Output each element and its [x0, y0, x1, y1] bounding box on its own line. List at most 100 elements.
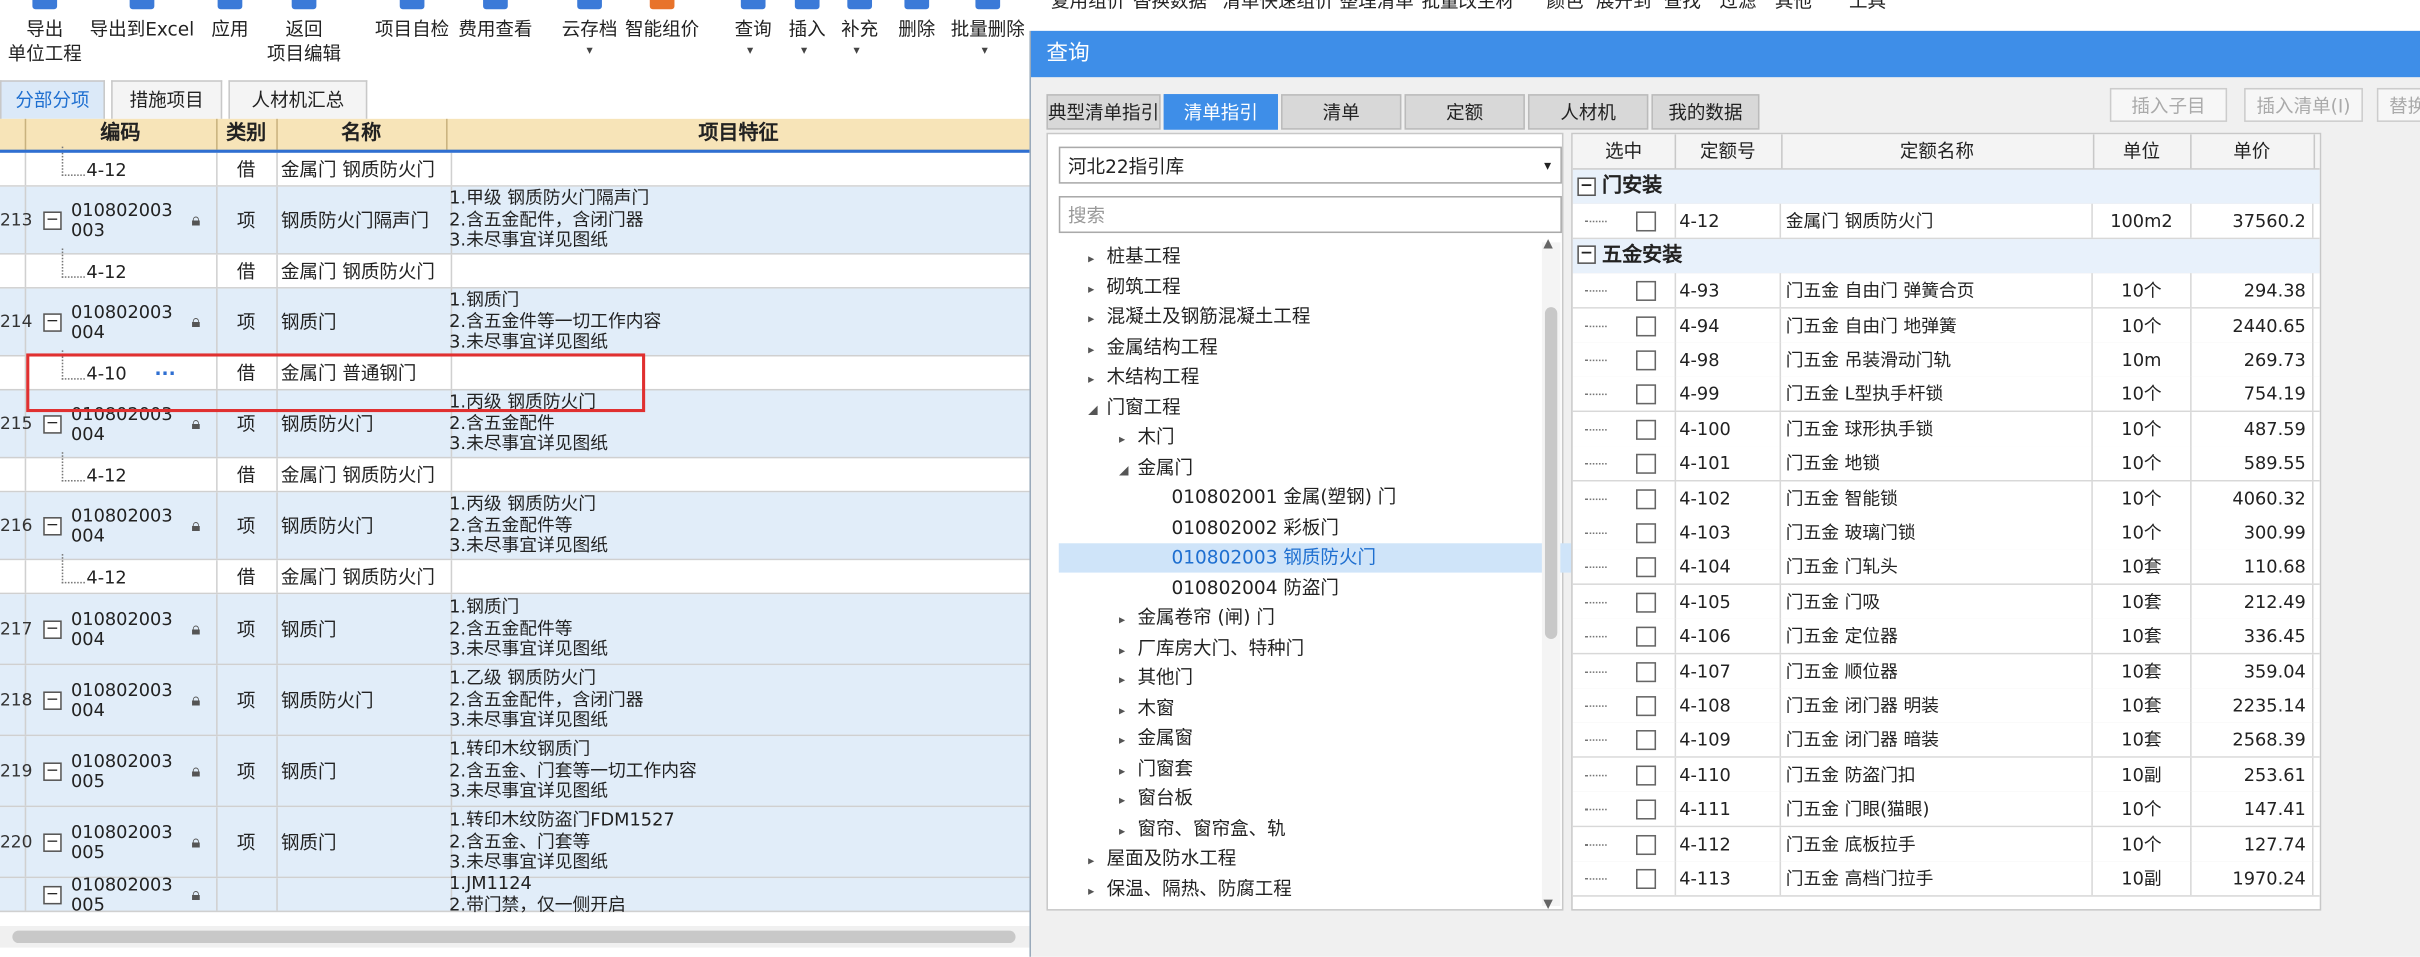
insert-button[interactable]: 插入 ▾: [786, 0, 829, 57]
tree-node[interactable]: ▸ 金属结构工程: [1088, 333, 1218, 362]
chevron-right-icon[interactable]: ▸: [1119, 665, 1138, 694]
tree-node[interactable]: ▸ 其他门: [1119, 664, 1193, 693]
other-button[interactable]: 其他: [1772, 0, 1815, 14]
table-row[interactable]: 4-12 借金属门 钢质防火门: [0, 145, 1036, 187]
tidy-list-button[interactable]: 整理清单: [1338, 0, 1415, 14]
table-row[interactable]: 4-113 门五金 高档门拉手 10副 1970.24: [1572, 861, 2320, 897]
col-quota-code[interactable]: 定额号: [1675, 134, 1783, 169]
table-row[interactable]: 4-98 门五金 吊装滑动门轨 10m 269.73: [1572, 342, 2320, 379]
batch-delete-button[interactable]: 批量删除 ▾: [948, 0, 1028, 57]
chevron-right-icon[interactable]: ▸: [1088, 334, 1107, 363]
chevron-right-icon[interactable]: ▸: [1119, 816, 1138, 845]
table-row[interactable]: 4-12 借金属门 钢质防火门: [0, 553, 1036, 595]
col-select[interactable]: 选中: [1573, 134, 1677, 169]
collapse-icon[interactable]: −: [43, 210, 62, 230]
chevron-right-icon[interactable]: ▸: [1088, 304, 1107, 333]
tab-typical-guide[interactable]: 典型清单指引: [1046, 94, 1161, 130]
table-row[interactable]: 4-12 借金属门 钢质防火门: [0, 247, 1036, 289]
filter-button[interactable]: 过滤: [1716, 0, 1759, 14]
tree-node[interactable]: ◢ 金属门: [1119, 453, 1193, 482]
library-select[interactable]: 河北22指引库 ▾: [1058, 146, 1562, 184]
collapse-icon[interactable]: −: [43, 690, 62, 710]
table-row[interactable]: 4-102 门五金 智能锁 10个 4060.32: [1572, 480, 2320, 517]
tree-scrollbar[interactable]: ▲ ▼: [1541, 236, 1561, 911]
col-feature[interactable]: 项目特征: [446, 118, 1033, 150]
select-checkbox[interactable]: [1636, 765, 1657, 786]
chevron-down-icon[interactable]: ◢: [1088, 394, 1107, 423]
scroll-up-icon[interactable]: ▲: [1543, 236, 1553, 250]
select-checkbox[interactable]: [1636, 557, 1657, 578]
tree-node[interactable]: ▸ 砌筑工程: [1088, 272, 1181, 301]
expand-button[interactable]: 展开到: [1593, 0, 1655, 14]
select-checkbox[interactable]: [1636, 281, 1657, 302]
table-row[interactable]: 213−010802003003 🔒︎ 项钢质防火门隔声门 1.甲级 钢质防火门隔声门…: [0, 186, 1036, 255]
tab-materials-summary[interactable]: 人材机汇总: [228, 80, 368, 119]
tree-node[interactable]: ▸ 木门: [1119, 423, 1175, 452]
select-checkbox[interactable]: [1636, 350, 1657, 371]
select-checkbox[interactable]: [1636, 868, 1657, 889]
chevron-right-icon[interactable]: ▸: [1119, 755, 1138, 784]
chevron-right-icon[interactable]: ▸: [1119, 635, 1138, 664]
table-row[interactable]: 4-112 门五金 底板拉手 10个 127.74: [1572, 826, 2320, 863]
tree-node[interactable]: 010802002 彩板门: [1171, 513, 1339, 542]
supplement-button[interactable]: 补充 ▾: [838, 0, 881, 57]
fee-view-button[interactable]: 费用查看: [457, 0, 534, 42]
tree-node[interactable]: ◢ 门窗工程: [1088, 393, 1181, 422]
tree-node[interactable]: ▸ 屋面及防水工程: [1088, 844, 1236, 873]
table-row[interactable]: 4-94 门五金 自由门 地弹簧 10个 2440.65: [1572, 308, 2320, 344]
collapse-icon[interactable]: −: [1577, 176, 1596, 196]
export-unit-button[interactable]: 导出 单位工程: [6, 0, 83, 66]
collapse-icon[interactable]: −: [43, 885, 62, 904]
col-name[interactable]: 名称: [276, 118, 448, 150]
table-row[interactable]: 4-100 门五金 球形执手锁 10个 487.59: [1572, 411, 2320, 448]
query-button[interactable]: 查询 ▾: [732, 0, 775, 57]
quick-group-button[interactable]: 清单快速组价: [1219, 0, 1336, 14]
col-code[interactable]: 编码: [25, 118, 218, 150]
table-row[interactable]: 218−010802003004 🔒︎ 项钢质防火门 1.乙级 钢质防火门 2.含五金…: [0, 665, 1036, 737]
collapse-icon[interactable]: −: [43, 414, 62, 433]
table-row[interactable]: 4-111 门五金 门眼(猫眼) 10个 147.41: [1572, 792, 2320, 828]
reuse-group-button[interactable]: 复用组价: [1050, 0, 1127, 14]
table-row[interactable]: 4-101 门五金 地锁 10个 589.55: [1572, 446, 2320, 482]
tools-button[interactable]: 工具: [1846, 0, 1889, 14]
export-excel-button[interactable]: 导出到Excel: [90, 0, 195, 42]
chevron-right-icon[interactable]: ▸: [1119, 424, 1138, 453]
select-checkbox[interactable]: [1636, 454, 1657, 475]
insert-list-button[interactable]: 插入清单(I): [2244, 87, 2363, 122]
chevron-right-icon[interactable]: ▸: [1088, 274, 1107, 303]
tree-node[interactable]: ▸ 混凝土及钢筋混凝土工程: [1088, 303, 1310, 332]
table-row[interactable]: 4-99 门五金 L型执手杆锁 10个 754.19: [1572, 377, 2320, 413]
table-row[interactable]: 219−010802003005 🔒︎ 项钢质门 1.转印木纹钢质门 2.含五金、门套…: [0, 736, 1036, 808]
col-quota-name[interactable]: 定额名称: [1781, 134, 2095, 169]
select-checkbox[interactable]: [1636, 661, 1657, 682]
table-row[interactable]: 4-93 门五金 自由门 弹簧合页 10个 294.38: [1572, 273, 2320, 309]
table-row[interactable]: 216−010802003004 🔒︎ 项钢质防火门 1.丙级 钢质防火门 2.含五金…: [0, 492, 1036, 561]
select-checkbox[interactable]: [1636, 523, 1657, 544]
chevron-right-icon[interactable]: ▸: [1119, 725, 1138, 754]
collapse-icon[interactable]: −: [43, 761, 62, 781]
select-checkbox[interactable]: [1636, 799, 1657, 820]
tab-quota[interactable]: 定额: [1404, 94, 1525, 130]
color-button[interactable]: 颜色: [1543, 0, 1586, 14]
tree-node[interactable]: 010802001 金属(塑钢) 门: [1171, 483, 1396, 512]
tree-node[interactable]: ▸ 厂库房大门、特种门: [1119, 634, 1304, 663]
chevron-right-icon[interactable]: ▸: [1088, 846, 1107, 875]
tree-node[interactable]: ▸ 金属窗: [1119, 724, 1193, 753]
col-type[interactable]: 类别: [216, 118, 278, 150]
tab-list[interactable]: 清单: [1281, 94, 1402, 130]
select-checkbox[interactable]: [1636, 834, 1657, 855]
select-checkbox[interactable]: [1636, 419, 1657, 440]
scroll-thumb[interactable]: [12, 930, 1016, 944]
col-unit[interactable]: 单位: [2093, 134, 2192, 169]
find-button[interactable]: 查找: [1661, 0, 1704, 14]
collapse-icon[interactable]: −: [1577, 245, 1596, 265]
chevron-right-icon[interactable]: ▸: [1088, 244, 1107, 273]
tree-node[interactable]: ▸ 窗帘、窗帘盒、轨: [1119, 814, 1286, 843]
table-row[interactable]: 4-12 借金属门 钢质防火门: [0, 451, 1036, 493]
chevron-down-icon[interactable]: ◢: [1119, 455, 1138, 484]
collapse-icon[interactable]: −: [43, 619, 62, 639]
table-row[interactable]: 4-109 门五金 闭门器 暗装 10套 2568.39: [1572, 722, 2320, 759]
col-price[interactable]: 单价: [2190, 134, 2316, 169]
search-input[interactable]: 搜索: [1058, 196, 1562, 234]
chevron-right-icon[interactable]: ▸: [1088, 364, 1107, 393]
